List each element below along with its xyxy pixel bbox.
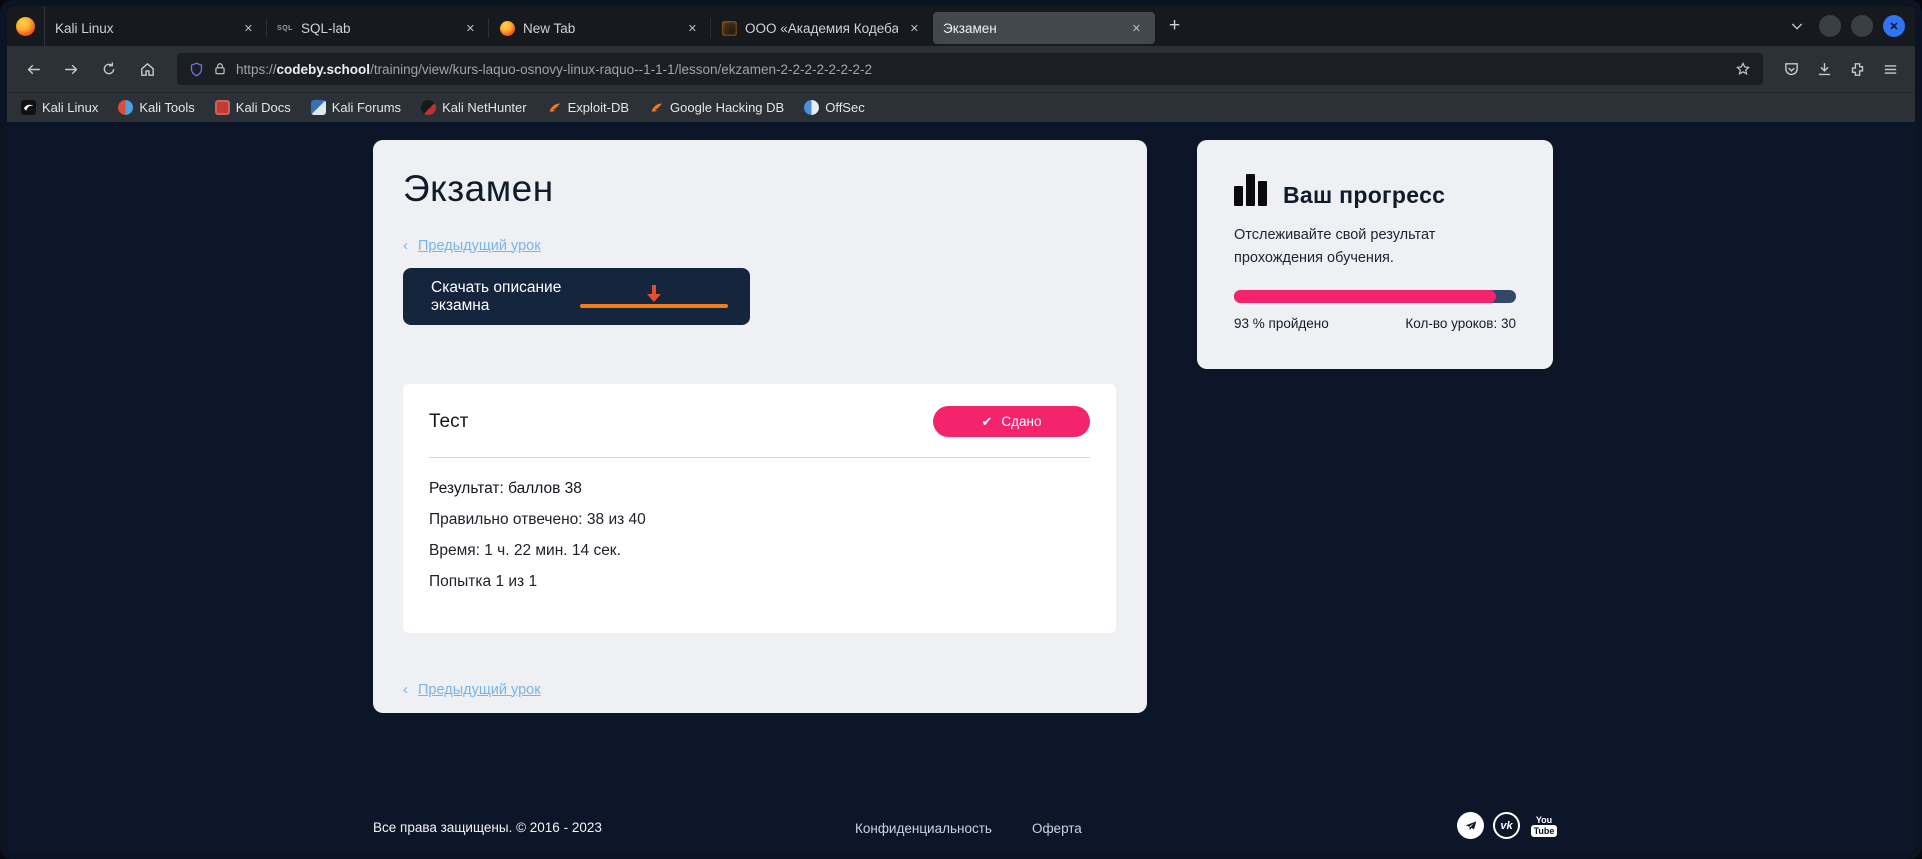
minimize-button[interactable]: [1819, 15, 1841, 37]
progress-title: Ваш прогресс: [1283, 182, 1445, 209]
tab-new-tab[interactable]: New Tab ✕: [489, 12, 711, 44]
menu-hamburger-icon[interactable]: [1882, 61, 1899, 78]
new-tab-button[interactable]: +: [1159, 13, 1190, 39]
bar-chart-icon: [1234, 174, 1267, 206]
tab-exam-active[interactable]: Экзамен ✕: [933, 12, 1155, 44]
result-score: Результат: баллов 38: [429, 480, 1090, 498]
bookmark-exploit-db[interactable]: Exploit-DB: [547, 100, 629, 115]
lock-icon[interactable]: [213, 62, 227, 76]
progress-card: Ваш прогресс Отслеживайте свой результат…: [1197, 140, 1553, 369]
bookmark-kali-docs[interactable]: Kali Docs: [215, 100, 291, 115]
close-icon[interactable]: ✕: [462, 20, 479, 37]
bookmark-kali-linux[interactable]: Kali Linux: [21, 100, 98, 115]
home-button[interactable]: [131, 53, 163, 85]
previous-lesson-link-bottom[interactable]: ‹ Предыдущий урок: [403, 681, 541, 698]
test-result-card: Тест ✔ Сдано Результат: баллов 38 Правил…: [403, 384, 1116, 633]
chevron-left-icon: ‹: [403, 237, 408, 254]
reload-button[interactable]: [93, 53, 125, 85]
url-bar[interactable]: https://codeby.school/training/view/kurs…: [177, 53, 1763, 85]
offer-link[interactable]: Оферта: [1032, 821, 1082, 836]
close-icon[interactable]: ✕: [1128, 20, 1145, 37]
tab-kali-linux[interactable]: Kali Linux ✕: [45, 12, 267, 44]
chevron-left-icon: ‹: [403, 681, 408, 698]
bookmark-offsec[interactable]: OffSec: [804, 100, 865, 115]
forward-button[interactable]: [55, 53, 87, 85]
back-button[interactable]: [17, 53, 49, 85]
lessons-count-label: Кол-во уроков: 30: [1405, 316, 1516, 331]
test-title: Тест: [429, 411, 468, 433]
bookmark-kali-tools[interactable]: Kali Tools: [118, 100, 194, 115]
tab-sql-lab[interactable]: SQL SQL-lab ✕: [267, 12, 489, 44]
download-arrow-icon: [580, 285, 729, 309]
firefox-view-button[interactable]: [7, 6, 45, 46]
tracking-shield-icon[interactable]: [189, 62, 204, 77]
kali-docs-icon: [215, 100, 230, 115]
vk-icon[interactable]: vk: [1493, 812, 1520, 839]
checkmark-icon: ✔: [981, 414, 992, 430]
exploit-db-bird-icon: [547, 100, 562, 115]
kali-nethunter-icon: [421, 100, 436, 115]
kali-dragon-icon: [21, 100, 36, 115]
status-badge-passed: ✔ Сдано: [933, 406, 1090, 437]
bookmark-kali-forums[interactable]: Kali Forums: [311, 100, 401, 115]
offsec-icon: [804, 100, 819, 115]
browser-window: Kali Linux ✕ SQL SQL-lab ✕ New Tab ✕ ООО…: [0, 0, 1922, 859]
divider: [429, 457, 1090, 458]
extensions-puzzle-icon[interactable]: [1849, 61, 1866, 78]
page-title: Экзамен: [403, 168, 1117, 210]
exam-card: Экзамен ‹ Предыдущий урок Скачать описан…: [373, 140, 1147, 713]
progress-percent-label: 93 % пройдено: [1234, 316, 1329, 331]
kali-forums-icon: [311, 100, 326, 115]
bookmark-google-hacking-db[interactable]: Google Hacking DB: [649, 100, 784, 115]
previous-lesson-link-top[interactable]: ‹ Предыдущий урок: [403, 237, 1117, 254]
sql-favicon: SQL: [277, 20, 293, 36]
close-icon[interactable]: ✕: [906, 20, 923, 37]
progress-bar: [1234, 290, 1516, 303]
list-tabs-chevron-icon[interactable]: [1789, 18, 1805, 34]
firefox-favicon: [499, 20, 515, 36]
tab-bar: Kali Linux ✕ SQL SQL-lab ✕ New Tab ✕ ООО…: [7, 6, 1915, 46]
progress-fill: [1234, 290, 1496, 303]
bookmark-kali-nethunter[interactable]: Kali NetHunter: [421, 100, 527, 115]
result-attempt: Попытка 1 из 1: [429, 573, 1090, 591]
result-time: Время: 1 ч. 22 мин. 14 сек.: [429, 542, 1090, 560]
copyright-text: Все права защищены. © 2016 - 2023: [373, 820, 602, 835]
maximize-button[interactable]: [1851, 15, 1873, 37]
close-icon[interactable]: ✕: [684, 20, 701, 37]
bookmark-star-icon[interactable]: [1735, 61, 1751, 77]
site-favicon: [721, 20, 737, 36]
page-content: Экзамен ‹ Предыдущий урок Скачать описан…: [7, 122, 1915, 852]
window-close-button[interactable]: ✕: [1883, 15, 1905, 37]
tab-academy[interactable]: ООО «Академия Кодеба ✕: [711, 12, 933, 44]
navigation-bar: https://codeby.school/training/view/kurs…: [7, 46, 1915, 92]
privacy-link[interactable]: Конфиденциальность: [855, 821, 992, 836]
progress-description: Отслеживайте свой результат прохождения …: [1234, 224, 1484, 270]
test-results: Результат: баллов 38 Правильно отвечено:…: [429, 480, 1090, 591]
url-text: https://codeby.school/training/view/kurs…: [236, 62, 1726, 77]
downloads-icon[interactable]: [1816, 61, 1833, 78]
youtube-icon[interactable]: You Tube: [1529, 812, 1559, 839]
firefox-icon: [16, 17, 35, 36]
kali-tools-icon: [118, 100, 133, 115]
telegram-icon[interactable]: [1457, 812, 1484, 839]
pocket-icon[interactable]: [1783, 61, 1800, 78]
google-hacking-db-bird-icon: [649, 100, 664, 115]
close-icon[interactable]: ✕: [240, 20, 257, 37]
bookmarks-bar: Kali Linux Kali Tools Kali Docs Kali For…: [7, 92, 1915, 122]
download-exam-description-button[interactable]: Скачать описание экзамна: [403, 268, 750, 325]
result-correct: Правильно отвечено: 38 из 40: [429, 511, 1090, 529]
